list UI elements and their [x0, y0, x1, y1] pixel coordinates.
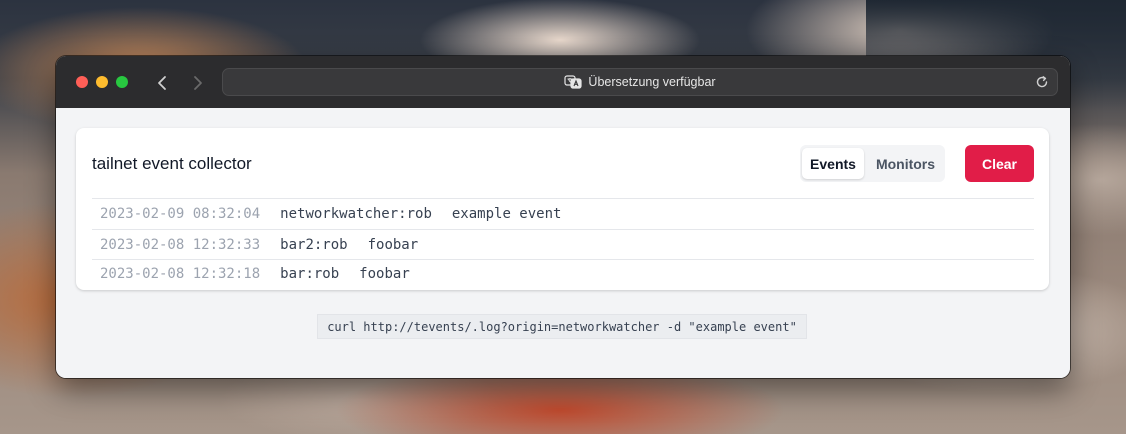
- back-button[interactable]: [151, 72, 173, 94]
- event-timestamp: 2023-02-08 12:32:18: [100, 265, 261, 282]
- event-origin: bar2:rob: [280, 236, 348, 253]
- translate-icon[interactable]: [564, 75, 583, 89]
- curl-example: curl http://tevents/.log?origin=networkw…: [317, 314, 807, 339]
- event-origin: bar:rob: [280, 265, 340, 282]
- minimize-window-button[interactable]: [96, 76, 108, 88]
- event-origin: networkwatcher:rob: [280, 205, 432, 222]
- zoom-window-button[interactable]: [116, 76, 128, 88]
- event-timestamp: 2023-02-08 12:32:33: [100, 236, 261, 253]
- event-row: 2023-02-08 12:32:18 bar:rob foobar: [100, 259, 410, 288]
- tab-monitors[interactable]: Monitors: [868, 148, 943, 179]
- event-row: 2023-02-08 12:32:33 bar2:rob foobar: [100, 230, 418, 259]
- reload-icon[interactable]: [1035, 75, 1049, 89]
- clear-button[interactable]: Clear: [965, 145, 1034, 182]
- tab-events[interactable]: Events: [802, 148, 864, 179]
- event-message: foobar: [359, 265, 410, 282]
- event-message: example event: [451, 205, 562, 222]
- view-tabs: Events Monitors: [800, 145, 945, 182]
- browser-window: Übersetzung verfügbar tailnet event coll…: [56, 56, 1070, 378]
- address-bar[interactable]: Übersetzung verfügbar: [222, 68, 1058, 96]
- address-bar-text: Übersetzung verfügbar: [588, 75, 716, 89]
- event-message: foobar: [367, 236, 419, 253]
- chevron-right-icon: [194, 76, 202, 90]
- browser-toolbar: Übersetzung verfügbar: [56, 56, 1070, 109]
- event-timestamp: 2023-02-09 08:32:04: [100, 205, 261, 222]
- chevron-left-icon: [158, 76, 166, 90]
- page-title: tailnet event collector: [92, 154, 252, 173]
- address-bar-content: Übersetzung verfügbar: [223, 69, 1057, 95]
- close-window-button[interactable]: [76, 76, 88, 88]
- event-row: 2023-02-09 08:32:04 networkwatcher:rob e…: [100, 199, 561, 228]
- event-collector-card: tailnet event collector Events Monitors …: [76, 128, 1049, 290]
- forward-button[interactable]: [187, 72, 209, 94]
